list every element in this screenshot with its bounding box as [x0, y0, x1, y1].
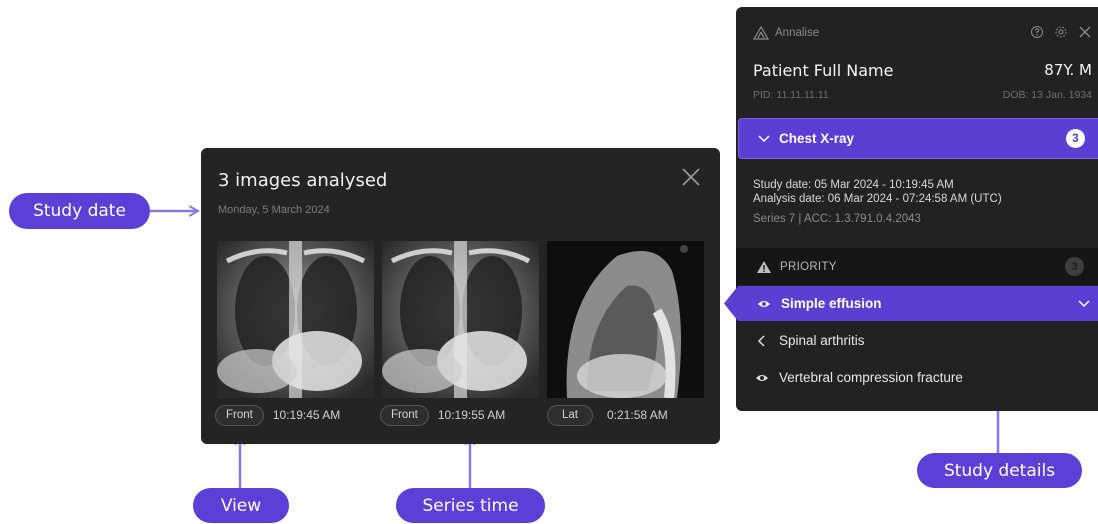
study-details-callout: Study details — [917, 453, 1082, 488]
warning-icon — [757, 260, 771, 273]
patient-name: Patient Full Name — [753, 61, 894, 80]
patient-id: PID: 11.11.11.11 — [753, 89, 829, 101]
series-time: 10:19:55 AM — [437, 408, 506, 422]
view-callout: View — [193, 488, 289, 523]
brand: Annalise — [753, 26, 819, 40]
analysis-date-line: Analysis date: 06 Mar 2024 - 07:24:58 AM… — [753, 193, 1002, 205]
series-time: 10:19:45 AM — [272, 408, 341, 422]
view-tag: Front — [380, 404, 429, 426]
study-date-callout: Study date — [9, 193, 150, 229]
view-tag: Front — [215, 404, 264, 426]
series-time-callout: Series time — [396, 488, 545, 523]
annalise-logo-icon — [753, 26, 769, 40]
brand-name: Annalise — [775, 27, 820, 39]
study-date: Monday, 5 March 2024 — [218, 204, 330, 216]
study-count-badge: 3 — [1066, 129, 1085, 148]
priority-section[interactable]: PRIORITY 3 — [736, 248, 1098, 285]
chevron-left-icon — [757, 334, 765, 347]
popup-title: 3 images analysed — [218, 170, 388, 191]
xray-thumbnail-3[interactable] — [547, 241, 704, 398]
finding-label: Spinal arthritis — [779, 333, 865, 348]
patient-dob: DOB: 13 Jan. 1934 — [1002, 89, 1092, 101]
finding-simple-effusion[interactable]: Simple effusion — [724, 286, 1098, 321]
chevron-down-icon[interactable] — [1078, 300, 1090, 308]
series-acc-line: Series 7 | ACC: 1.3.791.0.4.2043 — [753, 213, 921, 225]
study-details: Study date: 05 Mar 2024 - 10:19:45 AM An… — [753, 178, 1002, 226]
priority-count-badge: 3 — [1065, 257, 1084, 276]
eye-icon — [758, 300, 770, 307]
chevron-down-icon — [758, 134, 770, 142]
eye-icon — [756, 374, 768, 381]
finding-spinal-arthritis[interactable]: Spinal arthritis — [755, 333, 865, 348]
study-date-line: Study date: 05 Mar 2024 - 10:19:45 AM — [753, 179, 954, 191]
xray-thumbnail-2[interactable] — [382, 241, 539, 398]
finding-vertebral-compression-fracture[interactable]: Vertebral compression fracture — [755, 370, 963, 385]
study-panel: Annalise Patient Full Name 87Y. M PID: 1… — [736, 7, 1098, 411]
help-icon[interactable] — [1030, 25, 1044, 39]
study-name: Chest X-ray — [779, 131, 855, 146]
view-tag: Lat — [547, 404, 593, 426]
close-icon[interactable] — [681, 167, 701, 187]
close-icon[interactable] — [1078, 25, 1092, 39]
finding-label: Simple effusion — [781, 296, 882, 311]
priority-label: PRIORITY — [780, 260, 837, 273]
settings-gear-icon[interactable] — [1054, 25, 1068, 39]
study-header-chest-xray[interactable]: Chest X-ray 3 — [738, 118, 1098, 159]
images-popup: 3 images analysed Monday, 5 March 2024 F… — [201, 148, 720, 444]
xray-thumbnail-1[interactable] — [217, 241, 374, 398]
series-time: 0:21:58 AM — [607, 408, 668, 422]
patient-age-sex: 87Y. M — [1044, 61, 1092, 79]
finding-label: Vertebral compression fracture — [779, 370, 963, 385]
